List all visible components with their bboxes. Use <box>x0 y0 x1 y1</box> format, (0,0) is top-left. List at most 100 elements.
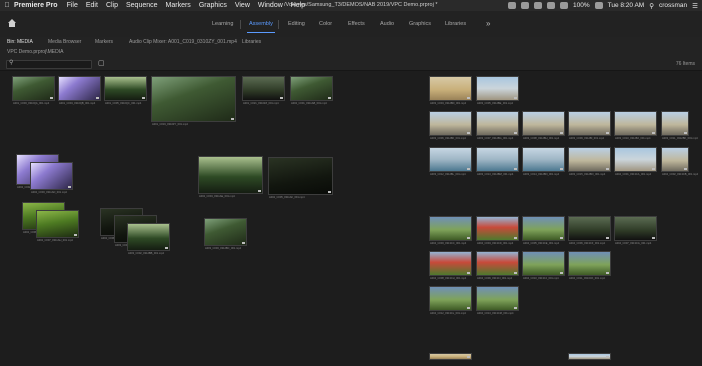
clip-item[interactable]: A004_C004_0313CD_001.mp4 <box>476 216 519 247</box>
clip-thumbnail[interactable] <box>429 353 472 360</box>
clip-item[interactable]: A002_C001_0311AB_001.mp4 <box>290 76 333 107</box>
tab-audio-clip-mixer[interactable]: Audio Clip Mixer: A001_C019_0310ZY_001.m… <box>129 37 237 47</box>
clip-thumbnail[interactable] <box>568 147 611 172</box>
clip-thumbnail[interactable] <box>568 353 611 360</box>
clip-item[interactable]: A004_C010_0313CJ_001.mp4 <box>522 251 565 282</box>
clip-thumbnail[interactable] <box>290 76 333 101</box>
clip-thumbnail[interactable] <box>429 147 472 172</box>
clip-item[interactable]: A004_C006_0313CF_001.mp4 <box>568 216 611 247</box>
clip-item[interactable]: A003_C005_0312BE_001.mp4 <box>476 76 519 107</box>
tab-bin-media[interactable]: Bin: MEDIA <box>7 37 33 47</box>
menu-sequence[interactable]: Sequence <box>126 2 158 9</box>
clip-thumbnail[interactable] <box>476 147 519 172</box>
clock[interactable]: Tue 8:20 AM <box>608 2 645 9</box>
clip-item[interactable]: A003_C014_0312BN_001.mp4 <box>522 147 565 178</box>
more-workspaces-button[interactable]: » <box>486 11 490 37</box>
tab-media-browser[interactable]: Media Browser <box>48 37 81 47</box>
clip-item[interactable]: A004_C012_0313CL_001.mp4 <box>429 286 472 317</box>
clip-item[interactable]: A003_C011_0312BK_001.mp4 <box>661 111 698 142</box>
clip-item[interactable]: A001_C003_0310QA_001.mp4 <box>12 76 55 107</box>
clip-item[interactable]: A003_C009_0312BI_001.mp4 <box>568 111 611 142</box>
clip-thumbnail[interactable] <box>568 111 611 136</box>
search-input[interactable]: ⚲ <box>6 60 92 69</box>
clip-thumbnail[interactable] <box>151 76 236 122</box>
clip-item[interactable]: A003_C007_0312BG_001.mp4 <box>476 111 519 142</box>
clip-item[interactable]: A002_C003_0311AD_001.mp4 <box>30 162 73 196</box>
clip-item[interactable]: A004_C009_0313CI_001.mp4 <box>476 251 519 282</box>
workspace-effects[interactable]: Effects <box>348 11 365 37</box>
clip-thumbnail[interactable] <box>204 218 247 246</box>
clip-item[interactable]: A004_C013_0313CM_001.mp4 <box>476 286 519 317</box>
clip-thumbnail[interactable] <box>36 210 79 238</box>
clip-thumbnail[interactable] <box>522 147 565 172</box>
list-icon[interactable]: ☰ <box>692 2 698 10</box>
clip-item[interactable]: A004_C003_0313CC_001.mp4 <box>429 216 472 247</box>
search-icon[interactable]: ⚲ <box>649 2 654 10</box>
tab-markers[interactable]: Markers <box>95 37 113 47</box>
clip-thumbnail[interactable] <box>522 216 565 241</box>
clip-thumbnail[interactable] <box>614 147 657 172</box>
clip-item[interactable]: A001_C004_0310QB_001.mp4 <box>58 76 101 107</box>
clip-thumbnail[interactable] <box>568 216 611 241</box>
clip-item[interactable]: A004_C002_0313CB_001.mp4 <box>661 147 698 178</box>
clip-thumbnail[interactable] <box>476 251 519 276</box>
volume-icon[interactable] <box>559 2 568 9</box>
clip-item[interactable]: A004_C007_0313CG_001.mp4 <box>614 216 657 247</box>
clip-item[interactable]: A004_C001_0313CA_001.mp4 <box>614 147 657 178</box>
clip-item[interactable]: A001_C021_0310ZZ_001.mp4 <box>242 76 285 107</box>
clip-item[interactable]: A001_C005_0310QC_001.mp4 <box>104 76 147 107</box>
dropbox-icon[interactable] <box>520 2 529 9</box>
clip-thumbnail[interactable] <box>30 162 73 190</box>
clip-thumbnail[interactable] <box>476 76 519 101</box>
clip-thumbnail[interactable] <box>242 76 285 101</box>
battery-icon[interactable] <box>594 2 603 9</box>
clip-thumbnail[interactable] <box>429 286 472 311</box>
clip-thumbnail[interactable] <box>476 111 519 136</box>
menu-clip[interactable]: Clip <box>106 2 118 9</box>
menu-file[interactable]: File <box>67 2 78 9</box>
workspace-graphics[interactable]: Graphics <box>409 11 431 37</box>
tab-libraries[interactable]: Libraries <box>242 37 261 47</box>
clip-thumbnail[interactable] <box>12 76 55 101</box>
clip-thumbnail[interactable] <box>429 251 472 276</box>
clip-thumbnail[interactable] <box>522 111 565 136</box>
home-icon[interactable] <box>7 18 17 28</box>
clip-thumbnail[interactable] <box>429 111 472 136</box>
clip-item[interactable]: A003_C012_0312BL_001.mp4 <box>429 147 472 178</box>
clip-thumbnail[interactable] <box>429 216 472 241</box>
new-bin-icon[interactable]: ▢ <box>98 59 105 67</box>
clip-thumbnail[interactable] <box>661 147 689 172</box>
workspace-assembly[interactable]: Assembly <box>247 11 275 37</box>
clip-item[interactable]: A003_C010_0312BJ_001.mp4 <box>614 111 657 142</box>
clip-item[interactable]: A002_C004_0311AE_001.mp4 <box>198 156 263 200</box>
clip-item[interactable]: A004_C008_0313CH_001.mp4 <box>429 251 472 282</box>
menu-view[interactable]: View <box>235 2 250 9</box>
clip-item[interactable]: A003_C004_0312BD_001.mp4 <box>429 76 472 107</box>
workspace-audio[interactable]: Audio <box>380 11 394 37</box>
clip-thumbnail[interactable] <box>198 156 263 194</box>
workspace-color[interactable]: Color <box>319 11 332 37</box>
clip-item[interactable]: A003_C013_0312BM_001.mp4 <box>476 147 519 178</box>
clip-thumbnail[interactable] <box>522 251 565 276</box>
clip-thumbnail[interactable] <box>429 76 472 101</box>
menu-edit[interactable]: Edit <box>86 2 98 9</box>
apple-icon[interactable]:  <box>0 2 14 9</box>
battery-percent[interactable]: 100% <box>573 2 590 9</box>
wifi-icon[interactable] <box>546 2 555 9</box>
menu-graphics[interactable]: Graphics <box>199 2 227 9</box>
user-name[interactable]: crossman <box>659 2 687 9</box>
clip-thumbnail[interactable] <box>104 76 147 101</box>
clip-item[interactable]: A002_C005_0311AF_001.mp4 <box>268 157 333 201</box>
bluetooth-icon[interactable] <box>533 2 542 9</box>
clip-item[interactable]: A002_C007_0311AH_001.mp4 <box>36 210 79 244</box>
clip-item[interactable]: A003_C015_0312BO_001.mp4 <box>568 147 611 178</box>
clip-item[interactable]: A003_C006_0312BF_001.mp4 <box>429 111 472 142</box>
clip-thumbnail[interactable] <box>568 251 611 276</box>
clip-item[interactable]: A004_C005_0313CE_001.mp4 <box>522 216 565 247</box>
creative-cloud-icon[interactable] <box>507 2 516 9</box>
app-menu[interactable]: Premiere Pro <box>14 2 58 9</box>
menu-window[interactable]: Window <box>258 2 283 9</box>
clip-item[interactable]: A003_C002_0312BB_001.mp4 <box>127 223 170 257</box>
clip-thumbnail[interactable] <box>476 216 519 241</box>
workspace-learning[interactable]: Learning <box>212 11 233 37</box>
